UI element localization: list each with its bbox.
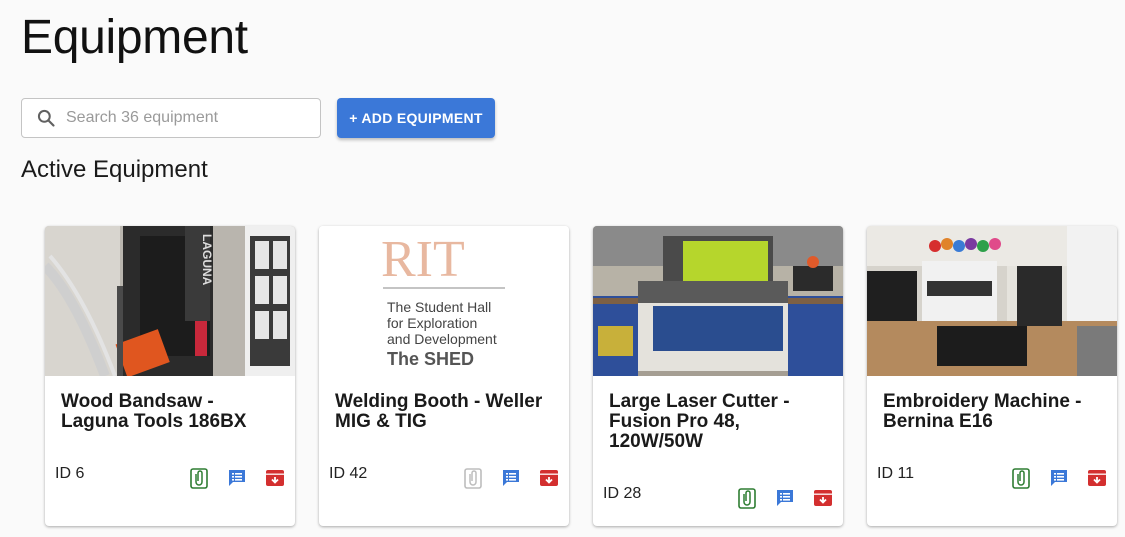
- svg-text:LAGUNA: LAGUNA: [200, 234, 214, 286]
- rit-shed-logo: RIT The Student Hall for Exploration and…: [319, 226, 569, 376]
- archive-icon[interactable]: [539, 467, 559, 489]
- add-equipment-button[interactable]: + ADD EQUIPMENT: [337, 98, 495, 138]
- notes-icon[interactable]: [227, 467, 247, 489]
- archive-icon[interactable]: [265, 467, 285, 489]
- equipment-card[interactable]: RIT The Student Hall for Exploration and…: [319, 226, 569, 526]
- attachment-icon-disabled: [463, 467, 483, 489]
- logo-line-1: The Student Hall: [387, 299, 491, 315]
- card-title[interactable]: Large Laser Cutter - Fusion Pro 48, 120W…: [609, 392, 829, 452]
- equipment-card[interactable]: Embroidery Machine - Bernina E16 ID 11: [867, 226, 1117, 526]
- attachment-icon[interactable]: [737, 487, 757, 509]
- card-title[interactable]: Wood Bandsaw - Laguna Tools 186BX: [61, 392, 281, 432]
- archive-icon[interactable]: [813, 487, 833, 509]
- card-id: ID 42: [329, 465, 368, 482]
- section-title: Active Equipment: [21, 156, 208, 183]
- logo-line-2: for Exploration: [387, 315, 477, 331]
- card-id: ID 6: [55, 465, 85, 482]
- notes-icon[interactable]: [1049, 467, 1069, 489]
- card-id: ID 11: [877, 465, 915, 482]
- laser-cutter-photo: [593, 226, 843, 376]
- search-icon: [37, 109, 55, 127]
- attachment-icon[interactable]: [189, 467, 209, 489]
- card-id: ID 28: [603, 485, 642, 502]
- attachment-icon[interactable]: [1011, 467, 1031, 489]
- equipment-card[interactable]: Large Laser Cutter - Fusion Pro 48, 120W…: [593, 226, 843, 526]
- notes-icon[interactable]: [501, 467, 521, 489]
- logo-text: RIT: [381, 231, 465, 288]
- bandsaw-photo: LAGUNA: [45, 226, 295, 376]
- card-title[interactable]: Welding Booth - Weller MIG & TIG: [335, 392, 555, 432]
- search-input[interactable]: [66, 109, 296, 127]
- card-title[interactable]: Embroidery Machine - Bernina E16: [883, 392, 1103, 432]
- embroidery-machine-photo: [867, 226, 1117, 376]
- logo-brand: The SHED: [387, 349, 474, 369]
- logo-line-3: and Development: [387, 331, 497, 347]
- archive-icon[interactable]: [1087, 467, 1107, 489]
- search-field[interactable]: [21, 98, 321, 138]
- notes-icon[interactable]: [775, 487, 795, 509]
- equipment-card[interactable]: LAGUNA Wood Bandsaw - Laguna Tools 186BX…: [45, 226, 295, 526]
- page-title: Equipment: [21, 11, 248, 64]
